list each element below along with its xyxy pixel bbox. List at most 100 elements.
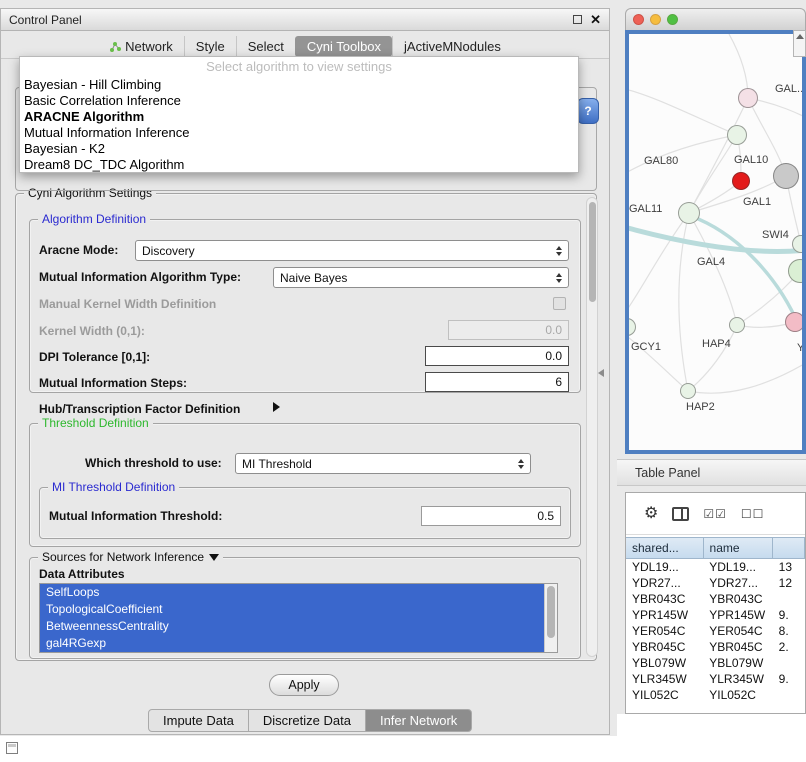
settings-scrollbar-thumb[interactable]	[589, 202, 596, 302]
float-window-icon[interactable]	[6, 742, 18, 754]
table-row[interactable]: YER054CYER054C8.	[626, 623, 805, 639]
table-row[interactable]: YDR27...YDR27...12	[626, 575, 805, 591]
table-row[interactable]: YIL052CYIL052C	[626, 687, 805, 703]
splitter-collapse-icon[interactable]	[598, 369, 604, 377]
network-node[interactable]	[773, 163, 799, 189]
sources-group-title[interactable]: Sources for Network Inference	[38, 550, 223, 564]
table-row[interactable]: YBR043CYBR043C	[626, 591, 805, 607]
network-canvas[interactable]: GAL...GAL80GAL10GAL11GAL1SWI4GAL4GCY1HAP…	[629, 34, 802, 450]
threshold-definition-title: Threshold Definition	[38, 416, 153, 430]
algorithm-option[interactable]: Basic Correlation Inference	[20, 93, 578, 109]
network-node[interactable]	[727, 125, 747, 145]
settings-scrollbar[interactable]	[586, 197, 598, 657]
table-row[interactable]: YPR145WYPR145W9.	[626, 607, 805, 623]
mi-type-select[interactable]: Naive Bayes	[273, 267, 569, 288]
combo-arrows-icon	[556, 246, 562, 256]
tab-network[interactable]: Network	[98, 36, 184, 57]
hub-definition-label[interactable]: Hub/Transcription Factor Definition	[39, 402, 240, 416]
table-cell: YLR345W	[703, 671, 772, 687]
network-node[interactable]	[785, 312, 802, 332]
table-cell: YBR043C	[626, 591, 703, 607]
which-threshold-select[interactable]: MI Threshold	[235, 453, 531, 474]
scroll-up-icon[interactable]	[796, 34, 804, 39]
attribute-item[interactable]: SelfLoops	[40, 584, 557, 601]
manual-kernel-label: Manual Kernel Width Definition	[39, 297, 216, 311]
float-panel-icon[interactable]	[573, 15, 582, 24]
table-cell: YPR145W	[703, 607, 772, 623]
table-row[interactable]: YLR345WYLR345W9.	[626, 671, 805, 687]
algorithm-option[interactable]: Dream8 DC_TDC Algorithm	[20, 157, 578, 173]
table-panel-window: ⚙ ☑☑ ☐☐ shared... name YDL19...YDL19...1…	[625, 492, 806, 714]
algorithm-option[interactable]: Bayesian - K2	[20, 141, 578, 157]
tab-style[interactable]: Style	[184, 36, 236, 57]
control-panel-titlebar: Control Panel ✕	[1, 9, 609, 31]
tab-cyni-toolbox-label: Cyni Toolbox	[307, 39, 381, 54]
network-node[interactable]	[729, 317, 745, 333]
table-cell: YER054C	[703, 623, 772, 639]
network-node[interactable]	[732, 172, 750, 190]
bottom-right-strip	[617, 714, 806, 762]
mi-threshold-group-title: MI Threshold Definition	[48, 480, 179, 494]
tab-style-label: Style	[196, 39, 225, 54]
close-window-icon[interactable]	[633, 14, 644, 25]
table-cell	[773, 591, 805, 607]
minimize-window-icon[interactable]	[650, 14, 661, 25]
network-node[interactable]	[738, 88, 758, 108]
network-node[interactable]	[680, 383, 696, 399]
network-node[interactable]	[678, 202, 700, 224]
aracne-mode-value: Discovery	[142, 244, 195, 258]
algorithm-option[interactable]: Bayesian - Hill Climbing	[20, 77, 578, 93]
column-header-partial[interactable]	[772, 537, 805, 559]
dpi-tolerance-input[interactable]: 0.0	[425, 346, 569, 366]
table-row[interactable]: YBL079WYBL079W	[626, 655, 805, 671]
tab-jactivemnodules[interactable]: jActiveMNodules	[392, 36, 512, 57]
algorithm-option[interactable]: Mutual Information Inference	[20, 125, 578, 141]
attributes-scrollbar[interactable]	[544, 584, 557, 652]
table-cell: YDR27...	[703, 575, 772, 591]
attribute-item[interactable]: gal4RGexp	[40, 635, 557, 652]
tab-impute-data[interactable]: Impute Data	[148, 709, 249, 732]
close-panel-icon[interactable]: ✕	[590, 13, 601, 26]
sources-collapse-icon[interactable]	[209, 554, 219, 561]
network-node-label: GAL1	[743, 196, 771, 208]
tab-infer-network[interactable]: Infer Network	[365, 709, 472, 732]
hub-expand-icon[interactable]	[273, 402, 280, 412]
manual-kernel-checkbox[interactable]	[553, 297, 566, 310]
network-node-label: GAL80	[644, 155, 678, 167]
cyni-bottom-tabs: Impute Data Discretize Data Infer Networ…	[148, 709, 472, 732]
aracne-mode-label: Aracne Mode:	[39, 243, 118, 257]
table-row[interactable]: YDL19...YDL19...13	[626, 559, 805, 575]
mi-steps-input[interactable]: 6	[425, 372, 569, 392]
table-row[interactable]: YBR045CYBR045C2.	[626, 639, 805, 655]
mi-threshold-input[interactable]: 0.5	[421, 506, 561, 526]
network-node-label: GCY1	[631, 341, 661, 353]
algorithm-definition-title: Algorithm Definition	[38, 212, 150, 226]
aracne-mode-select[interactable]: Discovery	[135, 240, 569, 261]
column-header-shared-name[interactable]: shared...	[625, 537, 704, 559]
columns-icon[interactable]	[672, 507, 689, 521]
table-toolbar: ⚙ ☑☑ ☐☐	[626, 493, 805, 535]
network-node-label: GAL...	[775, 83, 802, 95]
kernel-width-value: 0.0	[545, 323, 562, 337]
network-node-label: GAL10	[734, 154, 768, 166]
table-cell: YIL052C	[703, 687, 772, 703]
help-button[interactable]: ?	[577, 98, 599, 124]
attribute-item[interactable]: BetweennessCentrality	[40, 618, 557, 635]
network-scrollbar-fragment[interactable]	[793, 30, 806, 57]
select-all-rows-icon[interactable]: ☑☑	[703, 508, 727, 520]
zoom-window-icon[interactable]	[667, 14, 678, 25]
tab-discretize-data[interactable]: Discretize Data	[248, 709, 366, 732]
algorithm-option[interactable]: ARACNE Algorithm	[20, 109, 578, 125]
attributes-scrollbar-thumb[interactable]	[547, 586, 555, 638]
tab-select[interactable]: Select	[236, 36, 295, 57]
data-attributes-list[interactable]: SelfLoops TopologicalCoefficient Between…	[39, 583, 558, 653]
apply-button[interactable]: Apply	[269, 674, 339, 696]
tab-cyni-toolbox[interactable]: Cyni Toolbox	[295, 36, 392, 57]
table-cell: 13	[773, 559, 805, 575]
deselect-all-rows-icon[interactable]: ☐☐	[741, 508, 765, 520]
column-header-name[interactable]: name	[703, 537, 774, 559]
gear-icon[interactable]: ⚙	[644, 506, 658, 522]
table-cell: 9.	[773, 607, 805, 623]
network-window-titlebar[interactable]	[625, 8, 806, 30]
attribute-item[interactable]: TopologicalCoefficient	[40, 601, 557, 618]
